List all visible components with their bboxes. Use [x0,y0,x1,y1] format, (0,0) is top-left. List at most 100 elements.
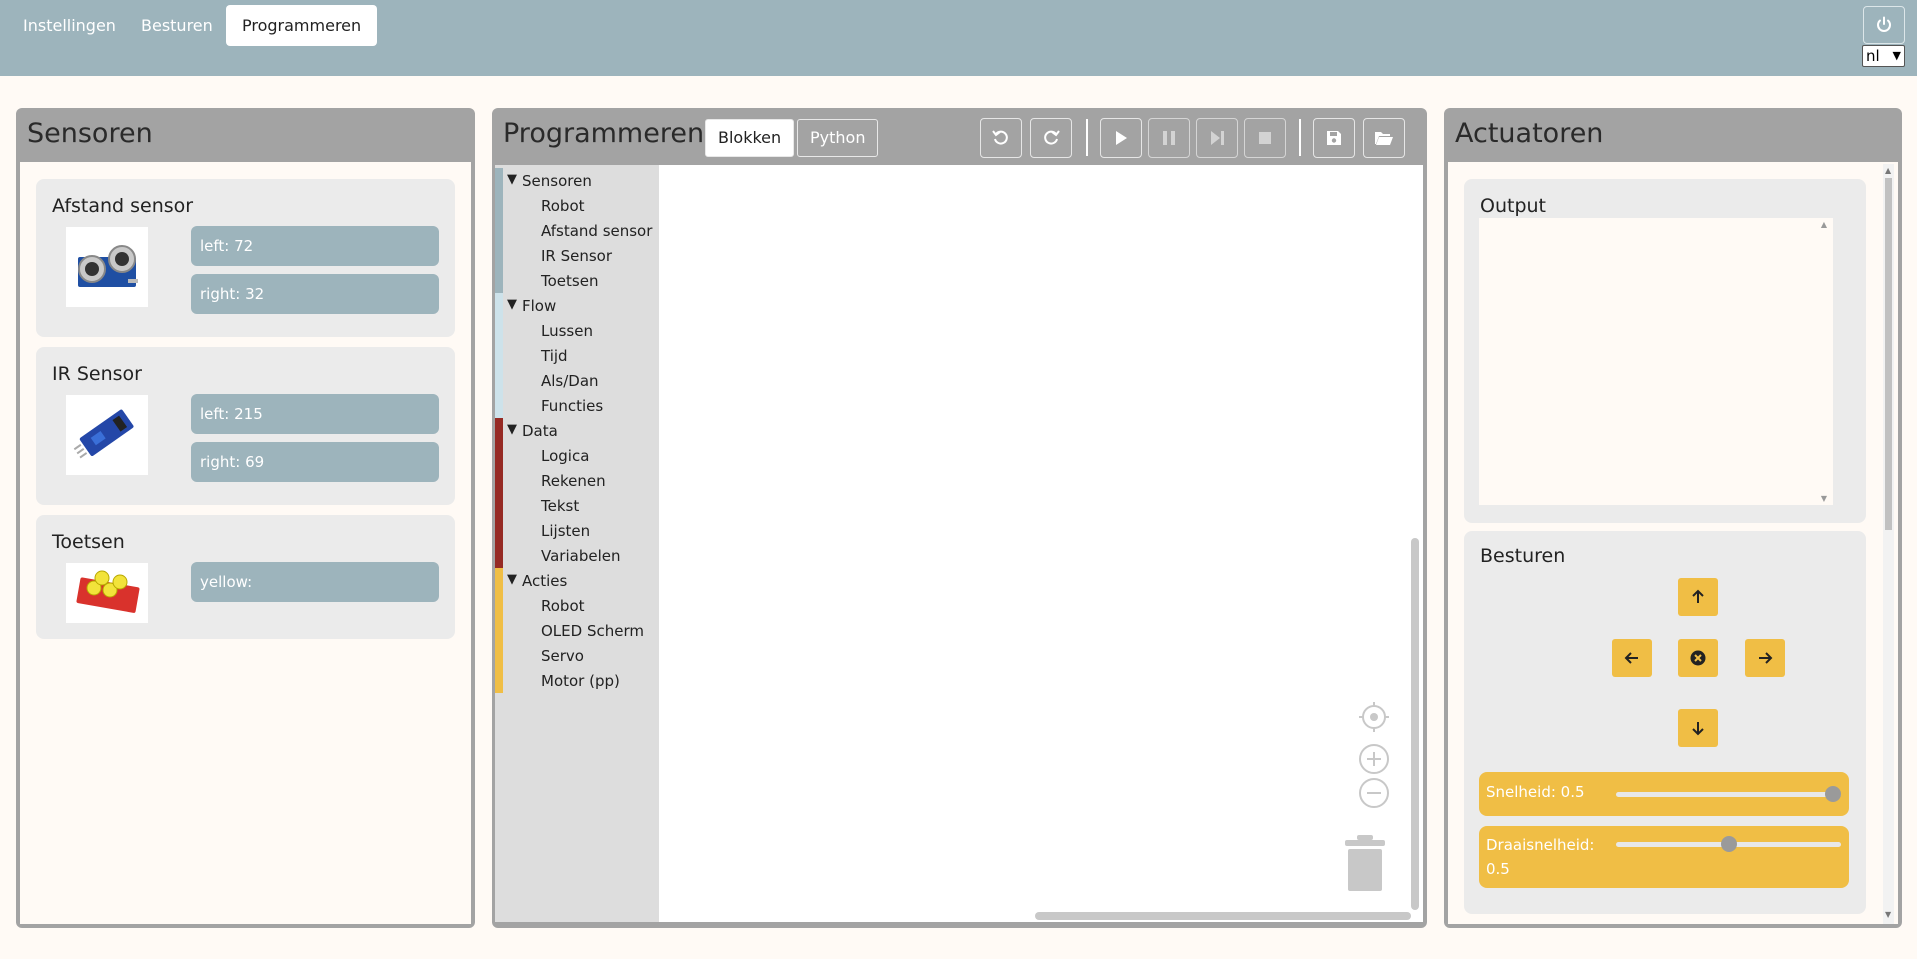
toolbox-category-acties[interactable]: ▼ Acties [495,568,659,593]
item-label: Lijsten [541,522,591,540]
toolbox-item[interactable]: Motor (pp) [495,668,659,693]
recenter-icon[interactable] [1358,701,1390,733]
step-icon [1211,131,1224,145]
workspace-vertical-scrollbar[interactable] [1411,538,1419,910]
category-color-bar [495,493,503,518]
chevron-down-icon: ▼ [1892,49,1901,62]
scroll-up-icon[interactable]: ▲ [1885,166,1891,175]
expand-triangle-icon: ▼ [507,297,517,312]
language-select[interactable]: nl ▼ [1862,45,1905,67]
buttons-yellow-value: yellow: [191,562,439,602]
category-color-bar [495,243,503,268]
toolbox-item[interactable]: Tijd [495,343,659,368]
undo-button[interactable] [980,118,1022,158]
power-button[interactable] [1863,6,1905,44]
toolbox-item[interactable]: Lijsten [495,518,659,543]
toolbox-category-sensoren[interactable]: ▼ Sensoren [495,168,659,193]
arrow-up-icon [1692,589,1704,603]
language-value: nl [1866,47,1880,65]
expand-triangle-icon: ▼ [507,422,517,437]
item-label: Robot [541,597,585,615]
redo-icon [1044,130,1060,145]
speed-slider-thumb[interactable] [1825,786,1841,802]
item-label: Lussen [541,322,593,340]
workspace-horizontal-scrollbar[interactable] [1035,912,1411,920]
zoom-in-icon[interactable] [1358,743,1390,775]
category-color-bar [495,643,503,668]
toolbox-item[interactable]: Robot [495,593,659,618]
toolbox-item[interactable]: Robot [495,193,659,218]
play-icon [1116,131,1127,145]
output-scroll-down-icon[interactable]: ▼ [1821,494,1827,503]
output-textarea[interactable]: ▲ ▼ [1479,218,1833,505]
toolbox-item[interactable]: Tekst [495,493,659,518]
toolbox-item[interactable]: Als/Dan [495,368,659,393]
turn-left-button[interactable] [1612,639,1652,677]
zoom-out-icon[interactable] [1358,777,1390,809]
distance-sensor-card: Afstand sensor left: 72 right: 32 [36,179,455,337]
mode-python-button[interactable]: Python [797,119,879,157]
toolbox-item[interactable]: Variabelen [495,543,659,568]
toolbox-item[interactable]: Functies [495,393,659,418]
item-label: Toetsen [541,272,599,290]
blockly-toolbox: ▼ Sensoren Robot Afstand sensor IR Senso… [495,165,659,922]
turn-right-button[interactable] [1745,639,1785,677]
turn-speed-slider-thumb[interactable] [1720,836,1737,852]
speed-slider-track[interactable] [1616,786,1841,802]
category-color-bar [495,318,503,343]
category-label: Acties [522,572,568,590]
toolbox-category-data[interactable]: ▼ Data [495,418,659,443]
ir-right-value: right: 69 [191,442,439,482]
category-label: Flow [522,297,557,315]
toolbox-item[interactable]: OLED Scherm [495,618,659,643]
category-color-bar [495,368,503,393]
card-title: Toetsen [52,531,125,553]
category-label: Data [522,422,558,440]
stop-movement-button[interactable] [1678,639,1718,677]
toolbox-category-flow[interactable]: ▼ Flow [495,293,659,318]
turn-speed-slider-track[interactable] [1616,836,1841,852]
toolbox-item[interactable]: IR Sensor [495,243,659,268]
toolbox-item[interactable]: Rekenen [495,468,659,493]
ir-sensor-image [66,395,148,475]
tab-instellingen[interactable]: Instellingen [7,5,132,46]
step-button[interactable] [1196,118,1238,158]
move-forward-button[interactable] [1678,578,1718,616]
toolbox-item[interactable]: Toetsen [495,268,659,293]
category-label: Sensoren [522,172,592,190]
ultrasonic-sensor-image [66,227,148,307]
trash-icon[interactable] [1343,835,1387,891]
redo-button[interactable] [1030,118,1072,158]
sensors-panel: Sensoren Afstand sensor left: 72 right: … [16,108,475,928]
item-label: Afstand sensor [541,222,653,240]
toolbox-item[interactable]: Logica [495,443,659,468]
actuators-panel-scrollbar[interactable]: ▲ ▼ [1883,164,1894,924]
open-button[interactable] [1363,118,1405,158]
top-nav-bar: Instellingen Besturen Programmeren nl ▼ [0,0,1917,76]
run-button[interactable] [1100,118,1142,158]
category-color-bar [495,568,503,593]
scrollbar-thumb[interactable] [1885,178,1892,530]
toolbox-item[interactable]: Lussen [495,318,659,343]
turn-speed-value: 0.5 [1486,860,1510,878]
tab-besturen[interactable]: Besturen [125,5,229,46]
card-title: Afstand sensor [52,195,194,217]
scroll-down-icon[interactable]: ▼ [1885,910,1891,919]
stop-button[interactable] [1244,118,1286,158]
output-scroll-up-icon[interactable]: ▲ [1821,220,1827,229]
item-label: Servo [541,647,584,665]
save-button[interactable] [1313,118,1355,158]
toolbox-item[interactable]: Servo [495,643,659,668]
item-label: Tijd [541,347,568,365]
pause-button[interactable] [1148,118,1190,158]
mode-blocks-button[interactable]: Blokken [705,119,795,157]
item-label: Logica [541,447,590,465]
move-backward-button[interactable] [1678,709,1718,747]
tab-programmeren[interactable]: Programmeren [226,5,378,46]
toolbox-item[interactable]: Afstand sensor [495,218,659,243]
arrow-left-icon [1624,652,1638,664]
arrow-down-icon [1692,722,1704,736]
category-color-bar [495,618,503,643]
buttons-module-image [66,563,148,623]
blockly-workspace[interactable] [659,165,1423,922]
